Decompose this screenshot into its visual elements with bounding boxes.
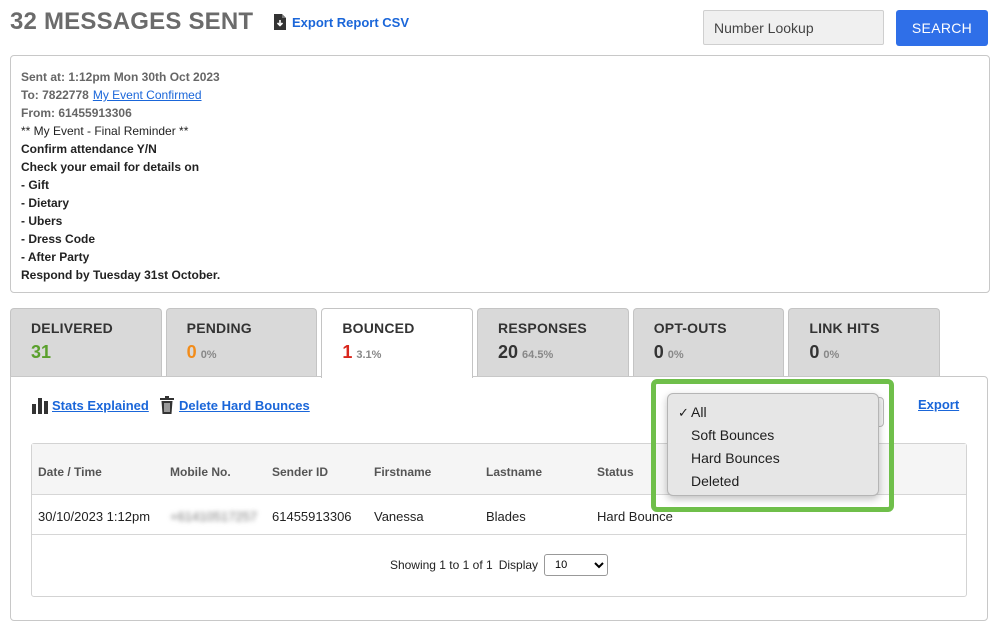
message-line: - Gift: [21, 178, 49, 192]
column-header-date-time[interactable]: Date / Time: [38, 465, 102, 479]
export-csv-label: Export Report CSV: [292, 14, 410, 30]
tab-delivered[interactable]: DELIVERED 31: [10, 308, 162, 377]
option-label: All: [691, 404, 707, 420]
stats-tabs: DELIVERED 31 PENDING 0 0% BOUNCED 1 3.1% R…: [10, 308, 941, 378]
message-line: Confirm attendance Y/N: [21, 142, 157, 156]
tab-count: 31: [31, 342, 52, 362]
export-link[interactable]: Export: [918, 397, 959, 412]
from-line: From: 61455913306: [21, 106, 132, 120]
cell-lastname: Blades: [486, 509, 526, 524]
file-download-icon: [274, 14, 286, 30]
tab-count: 1: [342, 342, 353, 362]
tab-count: 0: [186, 342, 197, 362]
message-details: Sent at: 1:12pm Mon 30th Oct 2023 To: 78…: [10, 55, 990, 293]
dropdown-option-soft-bounces[interactable]: Soft Bounces: [668, 424, 878, 447]
tab-responses[interactable]: RESPONSES 20 64.5%: [477, 308, 629, 377]
display-label: Display: [498, 558, 539, 572]
to-line: To: 7822778 My Event Confirmed: [21, 86, 979, 104]
tab-label: DELIVERED: [31, 320, 113, 336]
tab-link-hits[interactable]: LINK HITS 0 0%: [788, 308, 941, 377]
message-line: - Dress Code: [21, 232, 96, 246]
tab-label: RESPONSES: [498, 320, 587, 336]
option-label: Deleted: [691, 473, 740, 489]
sent-at: Sent at: 1:12pm Mon 30th Oct 2023: [21, 70, 220, 84]
dropdown-option-all[interactable]: ✓ All: [668, 401, 878, 424]
tab-percent: 0%: [823, 349, 840, 361]
bar-chart-icon: [32, 398, 48, 414]
page-size-select[interactable]: 10: [544, 554, 609, 576]
message-line: - After Party: [21, 250, 90, 264]
option-label: Hard Bounces: [691, 450, 780, 466]
delete-hard-bounces-link[interactable]: Delete Hard Bounces: [159, 396, 310, 414]
trash-icon: [160, 396, 174, 414]
tab-percent: 0%: [667, 349, 684, 361]
pagination: Showing 1 to 1 of 1 Display 10: [32, 554, 966, 576]
cell-date-time: 30/10/2023 1:12pm: [38, 509, 151, 524]
column-header-status[interactable]: Status: [597, 465, 634, 479]
tab-percent: 64.5%: [522, 349, 554, 361]
column-header-mobile[interactable]: Mobile No.: [170, 465, 231, 479]
page-title: 32 MESSAGES SENT: [10, 8, 254, 35]
tab-label: OPT-OUTS: [653, 320, 727, 336]
stats-explained-link[interactable]: Stats Explained: [32, 396, 149, 414]
export-csv-link[interactable]: Export Report CSV: [273, 14, 409, 30]
column-header-firstname[interactable]: Firstname: [374, 465, 431, 479]
tab-count: 0: [653, 342, 664, 362]
cell-mobile: +61410517257: [170, 509, 258, 524]
column-header-sender-id[interactable]: Sender ID: [272, 465, 328, 479]
to-label: To: 7822778: [21, 88, 89, 102]
tab-count: 20: [498, 342, 519, 362]
tab-count: 0: [809, 342, 820, 362]
search-button[interactable]: SEARCH: [896, 10, 988, 46]
tab-bounced[interactable]: BOUNCED 1 3.1%: [321, 308, 474, 378]
tab-opt-outs[interactable]: OPT-OUTS 0 0%: [632, 308, 785, 377]
dropdown-option-hard-bounces[interactable]: Hard Bounces: [668, 447, 878, 470]
tab-percent: 0%: [200, 349, 217, 361]
to-list-link[interactable]: My Event Confirmed: [93, 88, 202, 102]
message-line: - Ubers: [21, 214, 63, 228]
column-header-lastname[interactable]: Lastname: [486, 465, 542, 479]
option-label: Soft Bounces: [691, 427, 775, 443]
stats-explained-label: Stats Explained: [52, 397, 149, 413]
message-line: - Dietary: [21, 196, 70, 210]
message-line: ** My Event - Final Reminder **: [21, 124, 189, 138]
message-line: Check your email for details on: [21, 160, 200, 174]
tab-label: LINK HITS: [809, 320, 880, 336]
tab-label: PENDING: [186, 320, 252, 336]
tab-label: BOUNCED: [342, 320, 415, 336]
pagination-info: Showing 1 to 1 of 1: [389, 558, 493, 572]
cell-sender-id: 61455913306: [272, 509, 352, 524]
status-filter-dropdown: ✓ All Soft Bounces Hard Bounces Deleted: [667, 393, 879, 496]
message-line: Respond by Tuesday 31st October.: [21, 268, 221, 282]
tab-percent: 3.1%: [356, 349, 382, 361]
delete-hard-bounces-label: Delete Hard Bounces: [179, 397, 310, 413]
tab-pending[interactable]: PENDING 0 0%: [165, 308, 318, 377]
number-lookup-input[interactable]: [703, 10, 884, 45]
cell-firstname: Vanessa: [374, 509, 424, 524]
dropdown-option-deleted[interactable]: Deleted: [668, 470, 878, 493]
checkmark-icon: ✓: [678, 405, 689, 420]
